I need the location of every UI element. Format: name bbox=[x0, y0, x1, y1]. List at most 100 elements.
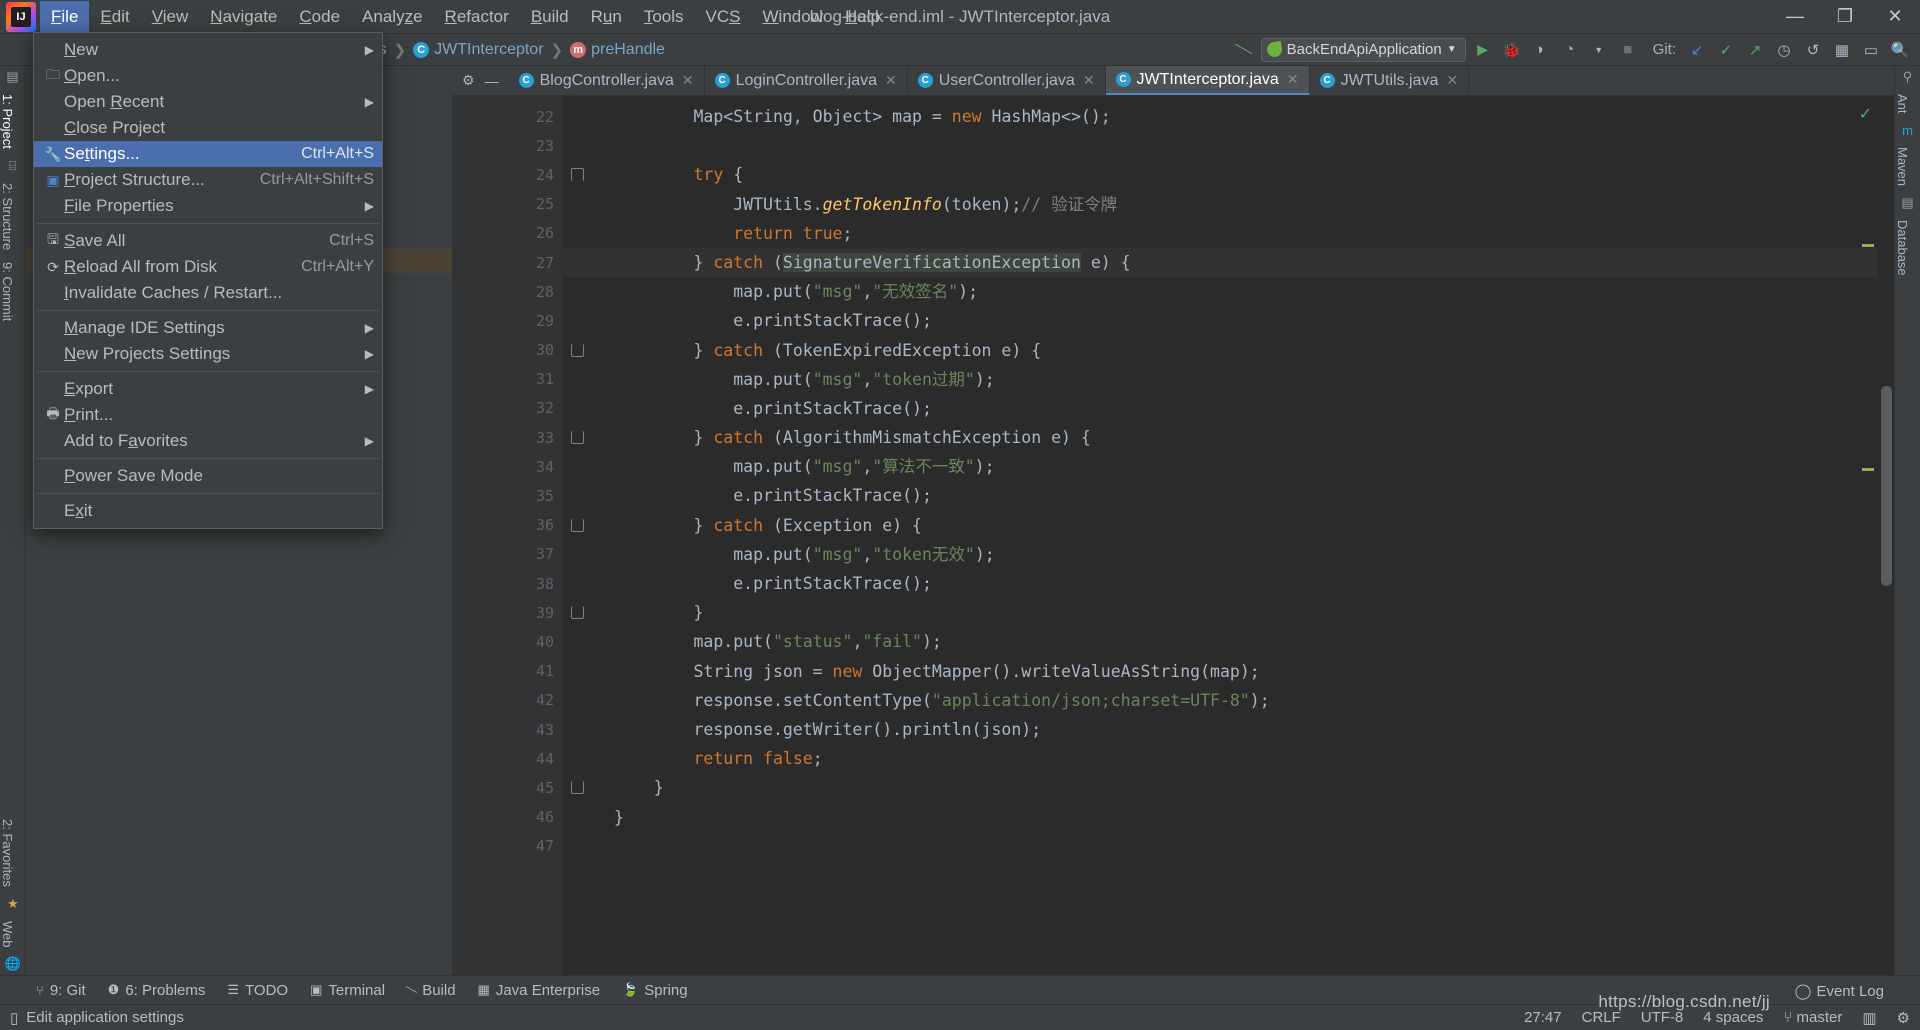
code-line[interactable]: e.printStackTrace(); bbox=[562, 569, 1894, 598]
menu-refactor[interactable]: Refactor bbox=[434, 1, 520, 33]
line-number[interactable]: 45 bbox=[452, 773, 562, 802]
line-number[interactable]: 44 bbox=[452, 744, 562, 773]
line-number[interactable]: 28 bbox=[452, 277, 562, 306]
close-tab-icon[interactable]: ✕ bbox=[1083, 72, 1095, 89]
git-branch[interactable]: ⑂ master bbox=[1783, 1009, 1842, 1026]
code-line[interactable]: return false; bbox=[562, 744, 1894, 773]
close-icon[interactable]: ✕ bbox=[1870, 0, 1920, 34]
close-tab-icon[interactable]: ✕ bbox=[1287, 71, 1299, 88]
history-icon[interactable]: ◷ bbox=[1772, 38, 1796, 62]
code-line[interactable]: map.put("status","fail"); bbox=[562, 627, 1894, 656]
code-line[interactable] bbox=[562, 131, 1894, 160]
code-line[interactable]: } bbox=[562, 803, 1894, 832]
line-number[interactable]: 24 bbox=[452, 160, 562, 189]
file-menu-item-export[interactable]: Export▶ bbox=[34, 376, 382, 402]
project-tool-icon[interactable]: ▤ bbox=[0, 66, 25, 88]
sidebar-item-favorites[interactable]: 2: Favorites bbox=[0, 813, 15, 893]
tool-window-java-enterprise[interactable]: ▦Java Enterprise bbox=[478, 982, 601, 999]
maven-tool-icon[interactable]: m bbox=[1895, 120, 1920, 141]
file-menu-item-exit[interactable]: Exit bbox=[34, 498, 382, 524]
file-menu-item-print[interactable]: 🖶Print... bbox=[34, 402, 382, 428]
sidebar-item-ant[interactable]: Ant bbox=[1895, 88, 1910, 120]
profiler-icon[interactable]: ◔ bbox=[1558, 38, 1582, 62]
file-menu-item-open-recent[interactable]: Open Recent▶ bbox=[34, 89, 382, 115]
code-line[interactable]: return true; bbox=[562, 219, 1894, 248]
code-line[interactable]: } bbox=[562, 598, 1894, 627]
line-number[interactable]: 46 bbox=[452, 803, 562, 832]
menu-analyze[interactable]: Analyze bbox=[351, 1, 434, 33]
menu-code[interactable]: Code bbox=[288, 1, 351, 33]
search-icon[interactable]: 🔍 bbox=[1888, 38, 1912, 62]
line-number[interactable]: 39 bbox=[452, 598, 562, 627]
file-menu-item-new-projects-settings[interactable]: New Projects Settings▶ bbox=[34, 341, 382, 367]
line-number[interactable]: 22 bbox=[452, 102, 562, 131]
menu-view[interactable]: View bbox=[141, 1, 200, 33]
file-menu-item-settings[interactable]: 🔧Settings...Ctrl+Alt+S bbox=[34, 141, 382, 167]
menu-help[interactable]: Help bbox=[834, 1, 891, 33]
tool-window-6-problems[interactable]: ❶6: Problems bbox=[108, 982, 206, 999]
menu-file[interactable]: File bbox=[40, 1, 89, 33]
maximize-icon[interactable]: ❐ bbox=[1820, 0, 1870, 34]
code-content[interactable]: Map<String, Object> map = new HashMap<>(… bbox=[562, 96, 1894, 975]
line-number[interactable]: 31 bbox=[452, 365, 562, 394]
favorites-star-icon[interactable]: ★ bbox=[0, 893, 26, 915]
tab-blogcontroller-java[interactable]: CBlogController.java✕ bbox=[509, 66, 705, 95]
line-number[interactable]: 35 bbox=[452, 481, 562, 510]
database-tool-icon[interactable]: ▤ bbox=[1895, 192, 1920, 214]
ant-tool-icon[interactable]: ⚲ bbox=[1895, 66, 1920, 88]
line-number[interactable]: 41 bbox=[452, 657, 562, 686]
code-line[interactable]: e.printStackTrace(); bbox=[562, 394, 1894, 423]
line-number[interactable]: 26 bbox=[452, 219, 562, 248]
line-number[interactable]: 42 bbox=[452, 686, 562, 715]
project-settings-gear-icon[interactable]: ⚙ bbox=[462, 72, 475, 89]
code-line[interactable]: map.put("msg","算法不一致"); bbox=[562, 452, 1894, 481]
tab-logincontroller-java[interactable]: CLoginController.java✕ bbox=[705, 66, 908, 95]
breadcrumb-item-JWTInterceptor[interactable]: CJWTInterceptor bbox=[410, 41, 546, 59]
push-icon[interactable]: ↗ bbox=[1743, 38, 1767, 62]
menu-navigate[interactable]: Navigate bbox=[199, 1, 288, 33]
line-number[interactable]: 27 bbox=[452, 248, 562, 277]
event-log-button[interactable]: ◯ Event Log bbox=[1795, 982, 1884, 1000]
file-menu-item-save-all[interactable]: 🖫Save AllCtrl+S bbox=[34, 228, 382, 254]
line-number[interactable]: 32 bbox=[452, 394, 562, 423]
line-number[interactable]: 47 bbox=[452, 832, 562, 861]
sidebar-item-project[interactable]: 1: Project bbox=[0, 88, 15, 155]
code-line[interactable]: } catch (Exception e) { bbox=[562, 511, 1894, 540]
file-menu-item-open[interactable]: 🗀Open... bbox=[34, 63, 382, 89]
close-tab-icon[interactable]: ✕ bbox=[885, 72, 897, 89]
sidebar-item-web[interactable]: Web bbox=[0, 915, 15, 954]
editor-scrollbar-thumb[interactable] bbox=[1881, 386, 1892, 586]
code-line[interactable]: map.put("msg","token过期"); bbox=[562, 365, 1894, 394]
tool-window-9-git[interactable]: ⑂9: Git bbox=[36, 982, 86, 999]
file-menu-item-add-to-favorites[interactable]: Add to Favorites▶ bbox=[34, 428, 382, 454]
layout-icon[interactable]: ▦ bbox=[1830, 38, 1854, 62]
line-number[interactable]: 37 bbox=[452, 540, 562, 569]
menu-edit[interactable]: Edit bbox=[89, 1, 140, 33]
line-number[interactable]: 43 bbox=[452, 715, 562, 744]
tool-window-spring[interactable]: 🍃Spring bbox=[622, 982, 688, 999]
editor-scrollbar[interactable] bbox=[1878, 126, 1894, 975]
caret-position[interactable]: 27:47 bbox=[1524, 1009, 1562, 1026]
menu-run[interactable]: Run bbox=[580, 1, 633, 33]
menu-window[interactable]: Window bbox=[752, 1, 834, 33]
hide-panel-icon[interactable]: — bbox=[485, 73, 499, 89]
line-number[interactable]: 38 bbox=[452, 569, 562, 598]
commit-icon[interactable]: ✓ bbox=[1714, 38, 1738, 62]
rollback-icon[interactable]: ↺ bbox=[1801, 38, 1825, 62]
code-line[interactable]: String json = new ObjectMapper().writeVa… bbox=[562, 657, 1894, 686]
code-line[interactable]: e.printStackTrace(); bbox=[562, 306, 1894, 335]
menu-build[interactable]: Build bbox=[520, 1, 580, 33]
profiler-dropdown-icon[interactable]: ▼ bbox=[1587, 38, 1611, 62]
tool-window-terminal[interactable]: ▣Terminal bbox=[310, 982, 385, 999]
code-line[interactable]: } catch (SignatureVerificationException … bbox=[562, 248, 1894, 277]
code-line[interactable]: map.put("msg","无效签名"); bbox=[562, 277, 1894, 306]
code-line[interactable]: try { bbox=[562, 160, 1894, 189]
inspection-ok-icon[interactable]: ✓ bbox=[1859, 104, 1872, 124]
file-menu-item-close-project[interactable]: Close Project bbox=[34, 115, 382, 141]
code-line[interactable] bbox=[562, 832, 1894, 861]
tab-usercontroller-java[interactable]: CUserController.java✕ bbox=[908, 66, 1106, 95]
settings-icon[interactable]: ▭ bbox=[1859, 38, 1883, 62]
file-menu-item-invalidate-caches-restart[interactable]: Invalidate Caches / Restart... bbox=[34, 280, 382, 306]
sidebar-item-structure[interactable]: 2: Structure bbox=[0, 177, 15, 256]
minimize-icon[interactable]: — bbox=[1770, 0, 1820, 34]
